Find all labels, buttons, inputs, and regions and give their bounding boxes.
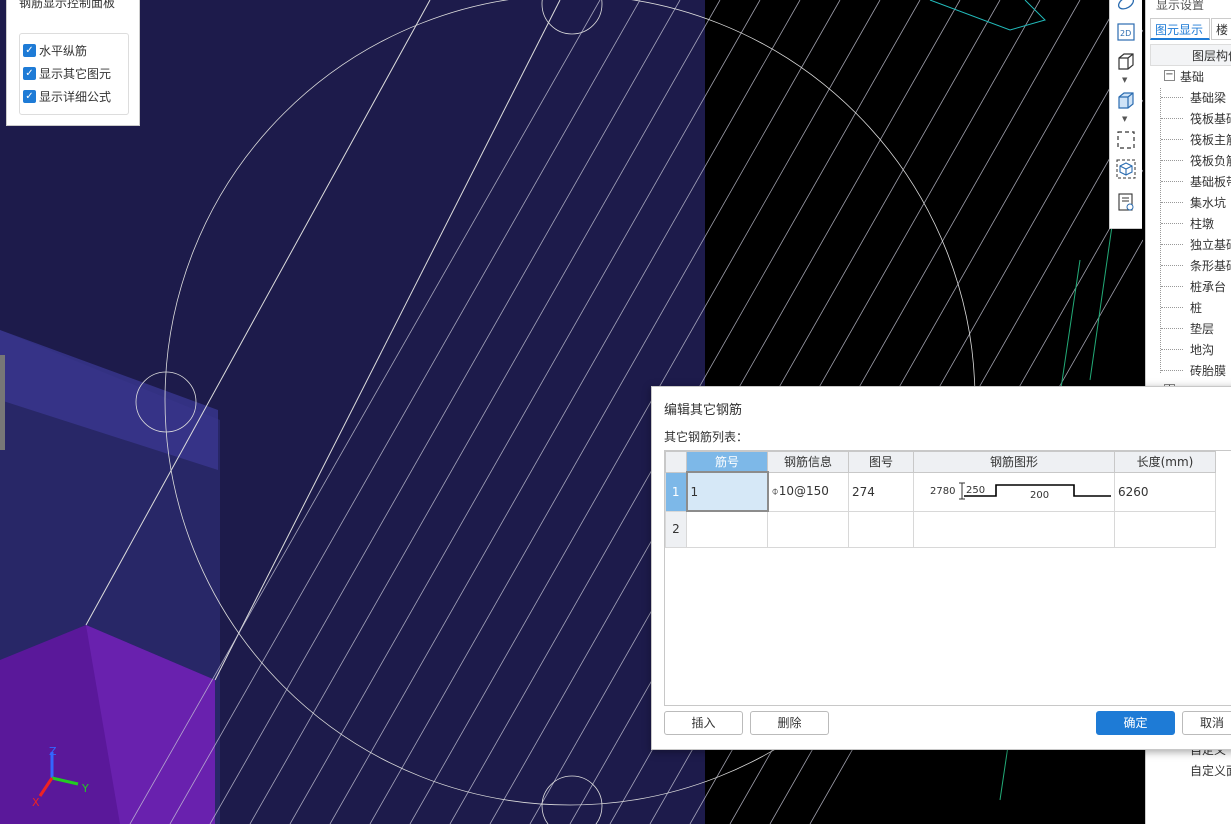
row-header-corner — [665, 451, 687, 473]
left-edge-handle — [0, 355, 5, 450]
box-filled-icon[interactable] — [1116, 90, 1136, 110]
svg-text:200: 200 — [1030, 490, 1049, 501]
tree-connector — [1161, 349, 1183, 350]
cell-rebar-info[interactable] — [767, 510, 849, 548]
2d-view-icon[interactable]: 2D — [1116, 22, 1136, 42]
tree-connector — [1161, 202, 1183, 203]
tree-connector — [1161, 370, 1183, 371]
chevron-down-icon[interactable]: ▼ — [1122, 115, 1127, 123]
tree-group-foundation[interactable]: 基础 — [1180, 68, 1204, 85]
row-number[interactable]: 2 — [665, 510, 687, 548]
tree-connector — [1161, 223, 1183, 224]
option-label: 水平纵筋 — [39, 43, 88, 58]
tree-item[interactable]: 柱墩 — [1190, 215, 1214, 232]
svg-text:2780: 2780 — [930, 486, 955, 497]
tree-item[interactable]: 筏板负筋 — [1190, 152, 1231, 169]
panel-title: 显示设置 — [1156, 0, 1205, 12]
delete-button[interactable]: 删除 — [750, 711, 829, 735]
cell-bar-no[interactable] — [686, 510, 768, 548]
tree-item[interactable]: 垫层 — [1190, 320, 1214, 337]
tree-connector — [1161, 139, 1183, 140]
tree-connector — [1161, 97, 1183, 98]
cell-rebar-info[interactable]: ⌽10@150 — [767, 471, 849, 512]
rebar-list-label: 其它钢筋列表： — [664, 430, 749, 444]
cell-length[interactable] — [1114, 510, 1216, 548]
rebar-table: 筋号 钢筋信息 图号 钢筋图形 长度(mm) 1 1 ⌽10@150 274 2… — [665, 451, 1216, 548]
column-header-length[interactable]: 长度(mm) — [1114, 451, 1216, 473]
view-toolbar: 2D ▼ ▼ — [1109, 0, 1142, 229]
collapse-icon[interactable]: − — [1164, 70, 1175, 81]
tab-floor[interactable]: 楼 — [1211, 18, 1231, 40]
tree-header: 图层构件 — [1192, 49, 1231, 63]
tree-connector — [1161, 160, 1183, 161]
edit-other-rebar-dialog: 编辑其它钢筋 其它钢筋列表： 筋号 钢筋信息 图号 钢筋图形 长度(mm) 1 — [651, 386, 1231, 750]
column-header-figure-no[interactable]: 图号 — [848, 451, 914, 473]
option-show-detailed-formula[interactable]: ✓ 显示详细公式 — [23, 87, 111, 105]
tree-connector — [1161, 286, 1183, 287]
rebar-table-wrap: 筋号 钢筋信息 图号 钢筋图形 长度(mm) 1 1 ⌽10@150 274 2… — [664, 450, 1231, 706]
rebar-shape-diagram: 2780 250 200 — [930, 482, 1111, 501]
document-view-icon[interactable] — [1116, 192, 1136, 212]
tree-item[interactable]: 筏板主筋 — [1190, 131, 1231, 148]
tab-element-display[interactable]: 图元显示 — [1150, 18, 1210, 40]
ellipse-icon[interactable] — [1116, 0, 1136, 14]
svg-text:250: 250 — [966, 485, 985, 496]
table-row[interactable]: 1 1 ⌽10@150 274 2780 250 200 6260 — [665, 471, 1216, 512]
row-number[interactable]: 1 — [665, 471, 687, 512]
tree-item[interactable]: 条形基础 — [1190, 257, 1231, 274]
table-row[interactable]: 2 — [665, 510, 1216, 548]
tree-item[interactable]: 桩 — [1190, 299, 1202, 316]
cell-length[interactable]: 6260 — [1114, 471, 1216, 512]
rebar-control-panel: 钢筋显示控制面板 ✓ 水平纵筋 ✓ 显示其它图元 ✓ 显示详细公式 — [6, 0, 140, 126]
option-label: 显示其它图元 — [39, 66, 112, 81]
column-header-rebar-shape[interactable]: 钢筋图形 — [913, 451, 1115, 473]
cell-figure-no[interactable]: 274 — [848, 471, 914, 512]
tree-connector — [1161, 265, 1183, 266]
axis-x-label: X — [32, 796, 40, 809]
panel-title: 钢筋显示控制面板 — [19, 0, 116, 10]
cell-bar-no[interactable]: 1 — [685, 471, 769, 512]
cancel-button[interactable]: 取消 — [1182, 711, 1231, 735]
cell-rebar-shape[interactable] — [913, 510, 1115, 548]
tree-item[interactable]: 基础板带 — [1190, 173, 1231, 190]
axis-y-label: Y — [81, 782, 89, 795]
cell-figure-no[interactable] — [848, 510, 914, 548]
svg-text:2D: 2D — [1120, 29, 1131, 38]
tree-item[interactable]: 基础梁 — [1190, 89, 1226, 106]
checkbox-checked-icon[interactable]: ✓ — [23, 89, 36, 103]
box-view-icon[interactable] — [1116, 51, 1136, 71]
axis-z-label: Z — [49, 745, 57, 758]
tree-connector — [1161, 181, 1183, 182]
tree-item[interactable]: 桩承台 — [1190, 278, 1226, 295]
ok-button[interactable]: 确定 — [1096, 711, 1175, 735]
checkbox-checked-icon[interactable]: ✓ — [23, 66, 36, 80]
tree-connector — [1160, 88, 1161, 373]
tree-connector — [1161, 328, 1183, 329]
option-horizontal-bar[interactable]: ✓ 水平纵筋 — [23, 41, 87, 59]
insert-button[interactable]: 插入 — [664, 711, 743, 735]
tree-connector — [1161, 244, 1183, 245]
tree-item[interactable]: 独立基础 — [1190, 236, 1231, 253]
tree-item[interactable]: 集水坑 — [1190, 194, 1226, 211]
tree-item[interactable]: 地沟 — [1190, 341, 1214, 358]
checkbox-checked-icon[interactable]: ✓ — [23, 43, 36, 57]
tree-connector — [1161, 118, 1183, 119]
cell-rebar-shape[interactable]: 2780 250 200 — [913, 471, 1115, 512]
column-header-rebar-info[interactable]: 钢筋信息 — [767, 451, 849, 473]
chevron-down-icon[interactable]: ▼ — [1122, 76, 1127, 84]
tree-item[interactable]: 砖胎膜 — [1190, 362, 1226, 379]
option-show-other-elements[interactable]: ✓ 显示其它图元 — [23, 64, 111, 82]
column-header-bar-no[interactable]: 筋号 — [686, 451, 768, 473]
tree-item[interactable]: 筏板基础 — [1190, 110, 1231, 127]
dialog-title: 编辑其它钢筋 — [664, 403, 743, 418]
option-label: 显示详细公式 — [39, 89, 112, 104]
selection-frame-icon[interactable] — [1116, 130, 1136, 150]
tree-item-custom-face[interactable]: 自定义面 — [1190, 762, 1231, 779]
cube-view-icon[interactable] — [1116, 159, 1136, 179]
tree-connector — [1161, 307, 1183, 308]
